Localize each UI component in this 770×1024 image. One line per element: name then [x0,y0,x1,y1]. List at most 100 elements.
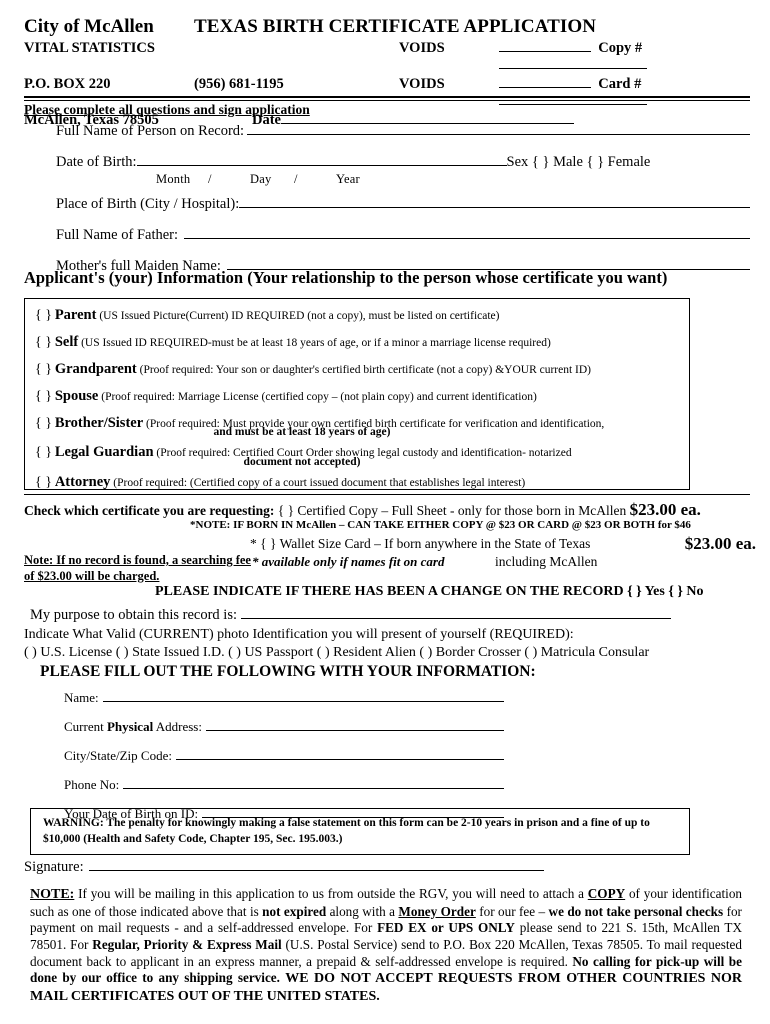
certificate-both-note: *NOTE: IF BORN IN McAllen – CAN TAKE EIT… [190,519,691,531]
relationship-option-self[interactable]: { } Self (US Issued ID REQUIRED-must be … [35,334,689,351]
instruction-text: Please complete all questions and sign a… [24,102,310,117]
field-applicant-phone: Phone No: [64,775,504,793]
grandparent-detail: (Proof required: Your son or daughter's … [139,364,592,377]
purpose-label: My purpose to obtain this record is: [30,607,238,623]
father-name-input[interactable] [184,224,750,239]
card-number-label: Card # [598,76,642,92]
wallet-availability-note: * available only if names fit on card [252,554,445,569]
applicant-name-label: Name: [64,690,99,705]
fill-out-heading: PLEASE FILL OUT THE FOLLOWING WITH YOUR … [40,663,536,680]
certificate-request-line: Check which certificate you are requesti… [24,500,754,520]
address-label-pre: Current [64,719,107,734]
applicant-phone-label: Phone No: [64,777,120,792]
slash-2: / [294,172,298,186]
applicant-section-heading: Applicant's (your) Information (Your rel… [24,268,668,287]
applicant-city-state-zip-input[interactable] [175,746,504,760]
copy-number-input[interactable] [499,68,647,69]
page-title: TEXAS BIRTH CERTIFICATE APPLICATION [194,16,597,37]
attorney-checkbox[interactable]: { } [35,475,52,490]
field-purpose: My purpose to obtain this record is: [30,604,750,624]
spouse-detail: (Proof required: Marriage License (certi… [101,391,537,404]
voids-label-2: VOIDS [399,76,445,92]
footer-mailing-note: NOTE: If you will be mailing in this app… [30,886,742,1005]
slash-1: / [208,172,212,186]
change-on-record-question[interactable]: PLEASE INDICATE IF THERE HAS BEEN A CHAN… [155,584,703,600]
full-name-label: Full Name of Person on Record: [56,123,245,139]
father-name-label: Full Name of Father: [56,227,179,243]
sex-group: Sex { } Male { } Female [507,154,651,171]
parent-checkbox[interactable]: { } [35,308,52,323]
po-box-label: P.O. BOX 220 [24,76,111,92]
birth-certificate-application-form: City of McAllen TEXAS BIRTH CERTIFICATE … [0,0,770,1024]
voids-input-1[interactable] [499,51,591,52]
legal-guardian-checkbox[interactable]: { } [35,445,52,460]
relationship-option-spouse[interactable]: { } Spouse (Proof required: Marriage Lic… [35,388,689,405]
footer-fedex: FED EX or UPS ONLY [377,920,515,936]
grandparent-checkbox[interactable]: { } [35,362,52,377]
identification-options[interactable]: ( ) U.S. License ( ) State Issued I.D. (… [24,645,754,661]
relationship-options-box: { } Parent (US Issued Picture(Current) I… [24,298,690,490]
header-title-row: City of McAllen TEXAS BIRTH CERTIFICATE … [24,16,750,38]
field-father-name: Full Name of Father: [56,224,750,244]
relationship-option-parent[interactable]: { } Parent (US Issued Picture(Current) I… [35,307,689,324]
signature-input[interactable] [88,856,544,871]
spouse-checkbox[interactable]: { } [35,389,52,404]
certificate-section-divider [24,494,750,495]
check-certificate-label: Check which certificate you are requesti… [24,503,275,518]
field-full-name-of-person: Full Name of Person on Record: [56,120,750,140]
department-label: VITAL STATISTICS [24,40,155,56]
wallet-card-option[interactable]: * { } Wallet Size Card – If born anywher… [250,536,750,552]
wallet-card-price: $23.00 ea. [684,534,756,553]
applicant-address-input[interactable] [205,717,504,731]
applicant-name-input[interactable] [102,688,504,702]
certified-copy-option[interactable]: { } Certified Copy – Full Sheet - only f… [278,503,627,518]
sex-male-checkbox[interactable]: { } Male [532,154,583,170]
brother-sister-label: Brother/Sister [54,415,144,432]
footer-p4: for our fee – [475,903,549,919]
brother-sister-checkbox[interactable]: { } [35,416,52,431]
place-of-birth-input[interactable] [239,193,750,208]
signature-label: Signature: [24,859,84,875]
applicant-address-label: Current Physical Address: [64,719,202,735]
applicant-phone-input[interactable] [123,775,504,789]
warning-box: WARNING: The penalty for knowingly makin… [30,808,690,856]
date-of-birth-label: Date of Birth: [56,154,137,170]
sex-female-checkbox[interactable]: { } Female [587,154,651,170]
footer-no-checks: we do not take personal checks [548,903,724,919]
footer-p1: If you will be mailing in this applicati… [74,886,588,901]
legal-guardian-label: Legal Guardian [54,444,154,461]
footer-money-order: Money Order [398,903,476,919]
field-applicant-address: Current Physical Address: [64,717,504,735]
address-label-post: Address: [153,719,202,734]
month-label: Month [156,172,191,186]
field-applicant-city-state-zip: City/State/Zip Code: [64,746,504,764]
purpose-input[interactable] [241,604,672,619]
field-applicant-name: Name: [64,688,504,706]
phone-label: (956) 681-1195 [194,76,284,92]
legal-guardian-detail: (Proof required: Certified Court Order s… [156,447,572,460]
self-label: Self [54,334,79,351]
header-row-vital-statistics: VITAL STATISTICS VOIDS Copy # [24,40,750,74]
field-date-of-birth: Date of Birth: Sex { } Male { } Female [56,151,750,171]
grandparent-label: Grandparent [54,361,137,378]
relationship-option-attorney[interactable]: { } Attorney (Proof required: (Certified… [35,474,689,491]
certified-copy-price: $23.00 ea. [629,500,701,519]
footer-p3: along with a [326,903,399,919]
self-checkbox[interactable]: { } [35,335,52,350]
voids-label-1: VOIDS [399,40,445,56]
date-of-birth-input[interactable] [136,151,507,166]
relationship-option-grandparent[interactable]: { } Grandparent (Proof required: Your so… [35,361,689,378]
card-number-input[interactable] [499,104,647,105]
footer-copy-word: COPY [587,886,626,901]
voids-input-2[interactable] [499,87,591,88]
date-of-birth-sublabels: Month / Day / Year [156,172,750,187]
footer-not-expired: not expired [262,903,327,919]
search-fee-note: Note: If no record is found, a searching… [24,553,251,583]
header-divider [24,96,750,101]
applicant-city-state-zip-label: City/State/Zip Code: [64,748,172,763]
attorney-label: Attorney [54,473,111,490]
voids-card-group-2: Card # [499,76,750,110]
full-name-input[interactable] [247,120,750,135]
place-of-birth-label: Place of Birth (City / Hospital): [56,196,240,212]
address-label-physical: Physical [106,719,154,734]
